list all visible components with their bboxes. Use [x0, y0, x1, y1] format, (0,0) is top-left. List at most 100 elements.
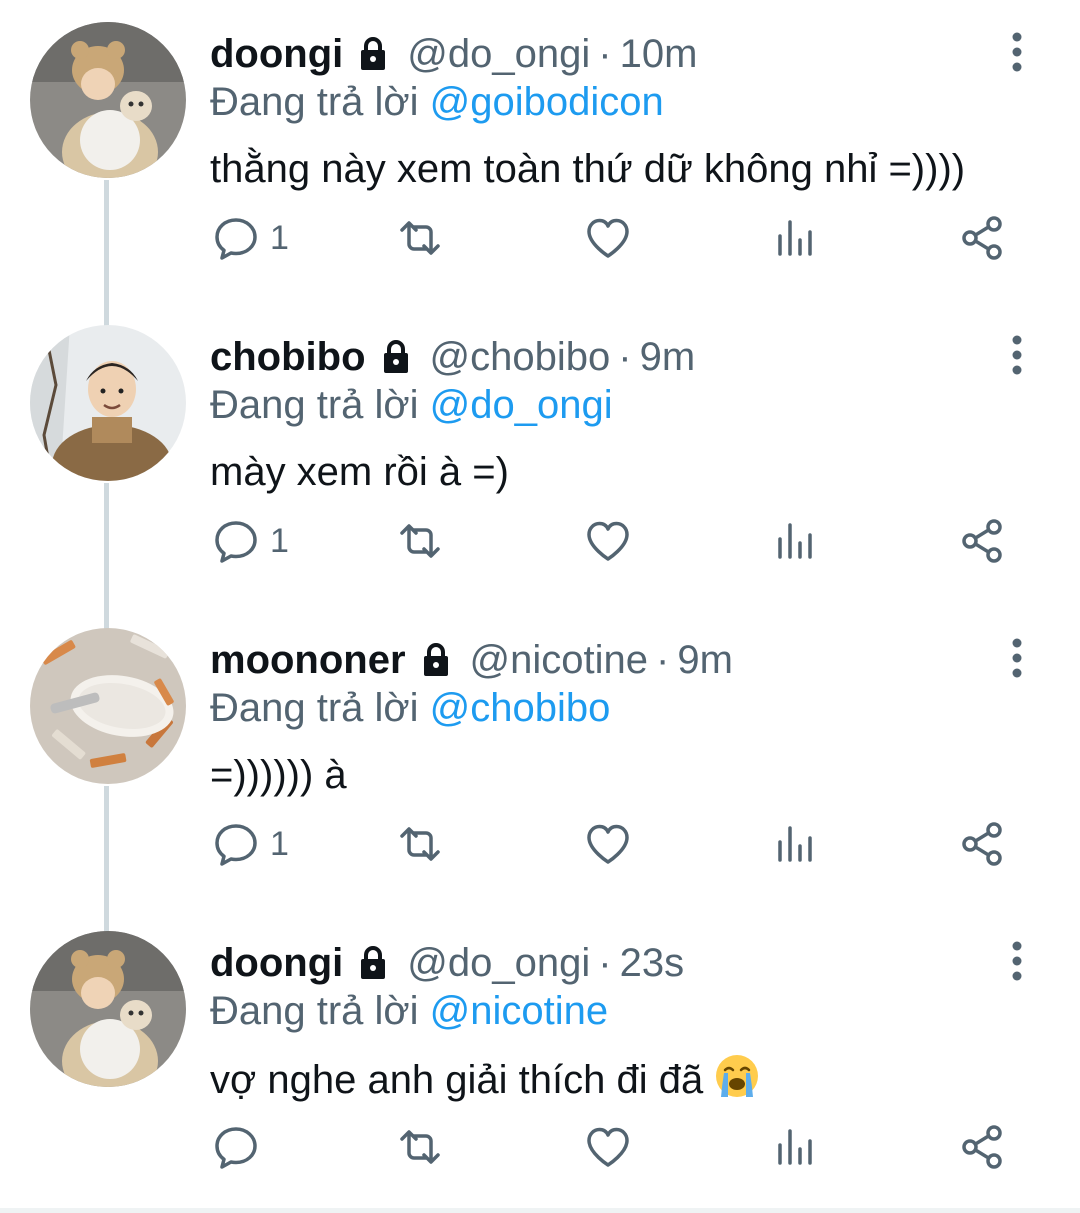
- retweet-button[interactable]: [396, 1117, 444, 1177]
- avatar[interactable]: [30, 628, 186, 784]
- avatar-cigarettes-image: [30, 628, 186, 784]
- handle[interactable]: @chobibo: [430, 333, 611, 381]
- mention-link[interactable]: @do_ongi: [430, 383, 613, 427]
- handle[interactable]: @do_ongi: [407, 30, 590, 78]
- divider: [0, 1208, 1080, 1213]
- reply-icon: [215, 824, 257, 866]
- share-button[interactable]: [958, 814, 1006, 874]
- handle[interactable]: @nicotine: [470, 636, 648, 684]
- reply-icon: [215, 1127, 257, 1169]
- share-icon: [962, 1125, 1002, 1169]
- mention-link[interactable]: @chobibo: [430, 686, 611, 730]
- reply-count: 1: [270, 218, 289, 257]
- username[interactable]: doongi: [210, 30, 343, 78]
- tweet-text-container: vợ nghe anh giải thích đi đã: [210, 1053, 760, 1105]
- tweet[interactable]: chobibo @chobibo · 9m Đang trả lời @do_o…: [0, 303, 1080, 606]
- username[interactable]: moononer: [210, 636, 406, 684]
- retweet-icon: [400, 1130, 440, 1164]
- tweet-text: =)))))) à: [210, 753, 347, 797]
- tweet-header: moononer @nicotine · 9m: [210, 636, 733, 684]
- timestamp[interactable]: 9m: [640, 333, 696, 381]
- username[interactable]: doongi: [210, 939, 343, 987]
- separator: ·: [656, 638, 670, 682]
- tweet-text: vợ nghe anh giải thích đi đã: [210, 1058, 704, 1102]
- views-icon: [778, 1129, 812, 1165]
- share-icon: [962, 216, 1002, 260]
- more-icon[interactable]: [1000, 30, 1034, 74]
- separator: ·: [598, 32, 612, 76]
- replying-prefix: Đang trả lời: [210, 989, 419, 1033]
- timestamp[interactable]: 10m: [620, 30, 698, 78]
- like-button[interactable]: [584, 814, 632, 874]
- like-icon: [587, 218, 629, 258]
- username[interactable]: chobibo: [210, 333, 366, 381]
- more-icon[interactable]: [1000, 333, 1034, 377]
- share-button[interactable]: [958, 511, 1006, 571]
- tweet-text: mày xem rồi à =): [210, 450, 509, 494]
- views-button[interactable]: [772, 1117, 820, 1177]
- tweet-header: doongi @do_ongi · 23s: [210, 939, 684, 987]
- reply-icon: [215, 218, 257, 260]
- tweet[interactable]: doongi @do_ongi · 10m Đang trả lời @goib…: [0, 0, 1080, 303]
- crying-face-emoji-icon: [716, 1055, 759, 1097]
- retweet-icon: [400, 221, 440, 255]
- timestamp[interactable]: 9m: [677, 636, 733, 684]
- more-icon[interactable]: [1000, 939, 1034, 983]
- reply-icon: [215, 521, 257, 563]
- replying-prefix: Đang trả lời: [210, 80, 419, 124]
- retweet-button[interactable]: [396, 208, 444, 268]
- views-button[interactable]: [772, 208, 820, 268]
- separator: ·: [598, 941, 612, 985]
- replying-to: Đang trả lời @goibodicon: [210, 78, 664, 126]
- reply-button[interactable]: 1: [212, 814, 289, 874]
- like-button[interactable]: [584, 511, 632, 571]
- like-icon: [587, 1127, 629, 1167]
- replying-to: Đang trả lời @nicotine: [210, 987, 608, 1035]
- mention-link[interactable]: @nicotine: [430, 989, 608, 1033]
- action-bar: 1: [0, 208, 1080, 268]
- replying-to: Đang trả lời @do_ongi: [210, 381, 613, 429]
- reply-count: 1: [270, 521, 289, 560]
- retweet-icon: [400, 524, 440, 558]
- tweet[interactable]: moononer @nicotine · 9m Đang trả lời @ch…: [0, 606, 1080, 909]
- reply-button[interactable]: [212, 1117, 270, 1177]
- share-button[interactable]: [958, 1117, 1006, 1177]
- avatar-chobibo-image: [30, 325, 186, 481]
- views-icon: [778, 220, 812, 256]
- tweet-header: chobibo @chobibo · 9m: [210, 333, 695, 381]
- views-button[interactable]: [772, 814, 820, 874]
- views-button[interactable]: [772, 511, 820, 571]
- action-bar: 1: [0, 814, 1080, 874]
- avatar[interactable]: [30, 931, 186, 1087]
- retweet-button[interactable]: [396, 511, 444, 571]
- like-icon: [587, 824, 629, 864]
- avatar[interactable]: [30, 22, 186, 178]
- share-icon: [962, 822, 1002, 866]
- retweet-button[interactable]: [396, 814, 444, 874]
- share-button[interactable]: [958, 208, 1006, 268]
- separator: ·: [618, 335, 632, 379]
- lock-icon: [361, 946, 386, 979]
- handle[interactable]: @do_ongi: [407, 939, 590, 987]
- reply-button[interactable]: 1: [212, 208, 289, 268]
- timestamp[interactable]: 23s: [620, 939, 685, 987]
- lock-icon: [423, 643, 448, 676]
- like-button[interactable]: [584, 1117, 632, 1177]
- share-icon: [962, 519, 1002, 563]
- avatar[interactable]: [30, 325, 186, 481]
- action-bar: 1: [0, 511, 1080, 571]
- replying-prefix: Đang trả lời: [210, 383, 419, 427]
- reply-button[interactable]: 1: [212, 511, 289, 571]
- replying-prefix: Đang trả lời: [210, 686, 419, 730]
- lock-icon: [383, 340, 408, 373]
- like-button[interactable]: [584, 208, 632, 268]
- mention-link[interactable]: @goibodicon: [430, 80, 664, 124]
- more-icon[interactable]: [1000, 636, 1034, 680]
- tweet[interactable]: doongi @do_ongi · 23s Đang trả lời @nico…: [0, 909, 1080, 1212]
- like-icon: [587, 521, 629, 561]
- views-icon: [778, 826, 812, 862]
- thread: doongi @do_ongi · 10m Đang trả lời @goib…: [0, 0, 1080, 1213]
- reply-count: 1: [270, 824, 289, 863]
- avatar-doongi-image: [30, 931, 186, 1087]
- retweet-icon: [400, 827, 440, 861]
